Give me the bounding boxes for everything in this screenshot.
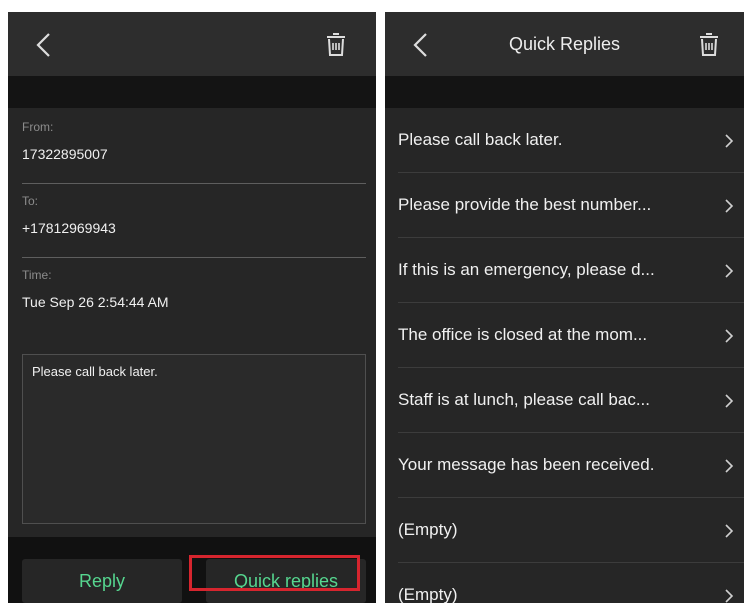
from-label: From: <box>22 120 54 134</box>
time-label: Time: <box>22 268 52 282</box>
quick-reply-item[interactable]: The office is closed at the mom... <box>385 303 744 368</box>
trash-icon <box>700 33 718 56</box>
delete-button[interactable] <box>697 32 721 58</box>
reply-button[interactable]: Reply <box>22 559 182 603</box>
back-button[interactable] <box>30 30 58 60</box>
chevron-right-icon <box>725 264 734 278</box>
quick-replies-screen: Quick Replies Please call back later. Pl… <box>385 12 744 603</box>
chevron-right-icon <box>725 524 734 538</box>
chevron-right-icon <box>725 199 734 213</box>
quick-reply-item[interactable]: Please call back later. <box>385 108 744 173</box>
trash-icon <box>327 33 345 56</box>
header-band <box>385 76 744 108</box>
message-detail-screen: From: 17322895007 To: +17812969943 Time:… <box>8 12 376 603</box>
message-text: Please call back later. <box>32 364 158 379</box>
quick-reply-text: (Empty) <box>398 585 458 603</box>
chevron-right-icon <box>725 329 734 343</box>
chevron-right-icon <box>725 134 734 148</box>
chevron-right-icon <box>725 589 734 603</box>
to-value: +17812969943 <box>22 220 116 236</box>
chevron-right-icon <box>725 459 734 473</box>
quick-reply-text: Your message has been received. <box>398 455 655 474</box>
from-value: 17322895007 <box>22 146 108 162</box>
quick-reply-item[interactable]: Staff is at lunch, please call bac... <box>385 368 744 433</box>
quick-reply-item[interactable]: (Empty) <box>385 498 744 563</box>
page-title: Quick Replies <box>508 34 621 54</box>
to-label: To: <box>22 194 39 208</box>
from-field: From: 17322895007 <box>8 110 376 184</box>
top-bar <box>8 12 376 76</box>
chevron-right-icon <box>725 394 734 408</box>
message-body[interactable]: Please call back later. <box>22 354 366 524</box>
quick-replies-highlight <box>189 555 360 591</box>
quick-reply-text: Staff is at lunch, please call bac... <box>398 390 650 409</box>
quick-reply-text: The office is closed at the mom... <box>398 325 648 344</box>
time-field: Time: Tue Sep 26 2:54:44 AM <box>8 258 376 332</box>
quick-reply-text: Please call back later. <box>398 130 563 149</box>
quick-reply-text: (Empty) <box>398 520 458 539</box>
quick-reply-text: Please provide the best number... <box>398 195 652 214</box>
chevron-left-icon <box>36 33 50 57</box>
delete-button[interactable] <box>324 32 348 58</box>
to-field: To: +17812969943 <box>8 184 376 258</box>
top-bar: Quick Replies <box>385 12 744 76</box>
time-value: Tue Sep 26 2:54:44 AM <box>22 294 169 310</box>
header-band <box>8 76 376 108</box>
quick-reply-item[interactable]: Your message has been received. <box>385 433 744 498</box>
quick-reply-text: If this is an emergency, please d... <box>398 260 655 279</box>
quick-reply-item[interactable]: (Empty) <box>385 563 744 603</box>
quick-reply-item[interactable]: If this is an emergency, please d... <box>385 238 744 303</box>
quick-reply-item[interactable]: Please provide the best number... <box>385 173 744 238</box>
